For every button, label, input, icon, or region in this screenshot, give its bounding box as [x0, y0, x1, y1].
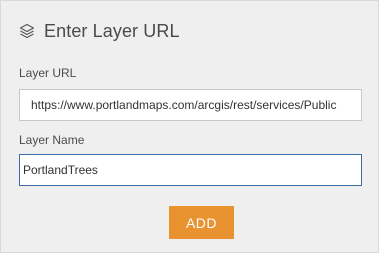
layer-name-label: Layer Name [19, 133, 85, 147]
layers-icon [18, 22, 36, 40]
layer-url-label: Layer URL [19, 66, 77, 80]
enter-layer-url-panel: Enter Layer URL Layer URL Layer Name ADD [0, 0, 379, 253]
panel-header: Enter Layer URL [18, 19, 180, 43]
add-button[interactable]: ADD [169, 206, 234, 239]
layer-name-input[interactable] [19, 154, 362, 186]
panel-title: Enter Layer URL [44, 20, 180, 41]
layer-url-input[interactable] [19, 89, 362, 121]
